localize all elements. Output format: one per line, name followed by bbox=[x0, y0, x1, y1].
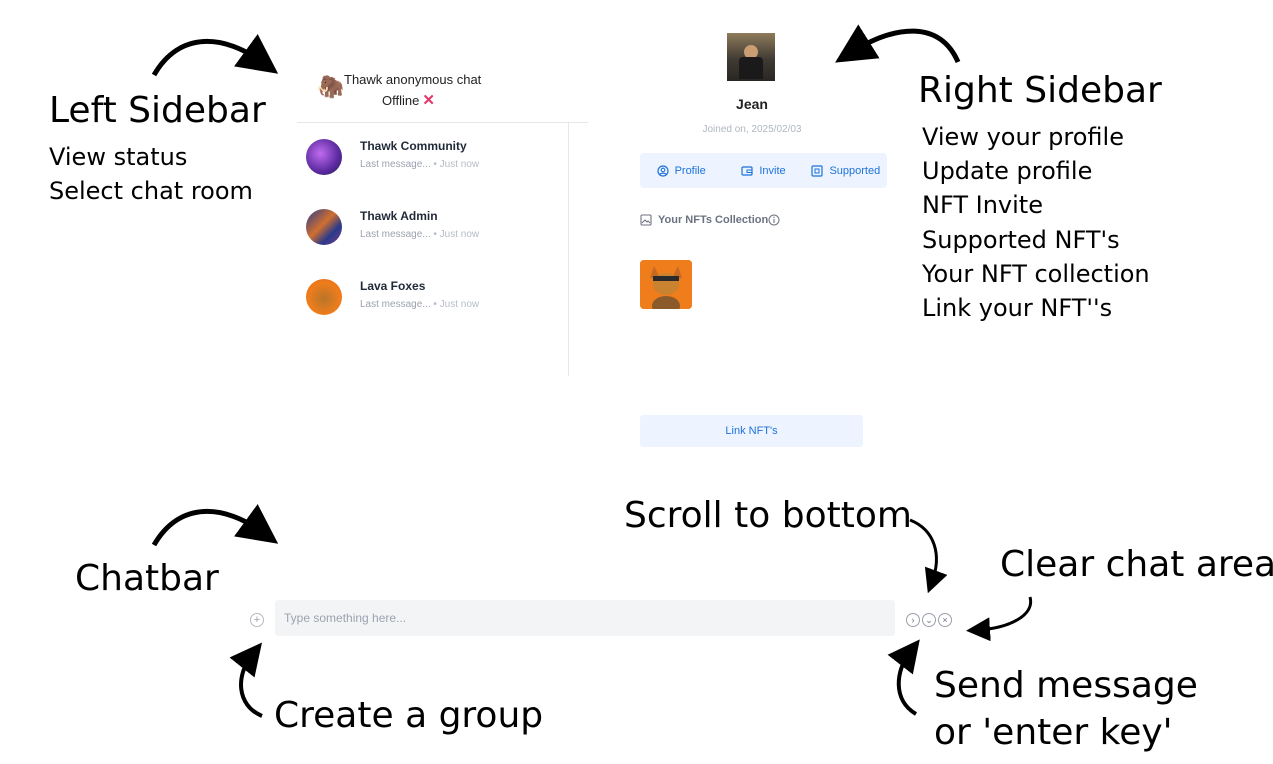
chat-avatar bbox=[306, 139, 342, 175]
cross-mark-icon: ✕ bbox=[422, 92, 435, 109]
annotation-arrows bbox=[151, 24, 1033, 718]
scroll-to-bottom-button[interactable]: ⌄ bbox=[922, 613, 936, 627]
user-circle-icon bbox=[656, 164, 669, 177]
chat-avatar bbox=[306, 209, 342, 245]
profile-tabs: Profile Invite Supported bbox=[640, 153, 887, 188]
tab-profile[interactable]: Profile bbox=[640, 153, 722, 188]
chat-room-item[interactable]: Thawk Admin Last message... • Just now bbox=[306, 207, 566, 247]
nft-collection-label: Your NFTs Collection bbox=[640, 214, 780, 226]
status-label: Offline bbox=[382, 93, 420, 108]
arrow-left-sidebar bbox=[151, 34, 279, 77]
profile-avatar[interactable] bbox=[727, 33, 775, 81]
arrow-clear-chat bbox=[966, 596, 1033, 642]
info-icon[interactable] bbox=[768, 214, 780, 226]
fox-nft-image bbox=[640, 260, 692, 309]
arrow-scroll-bottom bbox=[909, 518, 948, 594]
send-button[interactable]: › bbox=[906, 613, 920, 627]
tab-invite[interactable]: Invite bbox=[722, 153, 804, 188]
chat-room-item[interactable]: Thawk Community Last message... • Just n… bbox=[306, 137, 566, 177]
status-indicator: Offline ✕ bbox=[382, 91, 435, 109]
elephant-icon: 🦣 bbox=[317, 74, 345, 99]
clear-chat-button[interactable]: × bbox=[938, 613, 952, 627]
chat-room-meta: Last message... • Just now bbox=[360, 299, 480, 310]
profile-name: Jean bbox=[736, 96, 768, 112]
image-icon bbox=[640, 214, 652, 226]
arrow-create-group bbox=[229, 642, 263, 718]
chat-avatar bbox=[306, 279, 342, 315]
link-nfts-button[interactable]: Link NFT's bbox=[640, 415, 863, 447]
arrow-send-message bbox=[887, 639, 920, 716]
chat-room-item[interactable]: Lava Foxes Last message... • Just now bbox=[306, 277, 566, 317]
nft-thumbnail[interactable] bbox=[640, 260, 692, 309]
app-title: Thawk anonymous chat bbox=[344, 72, 482, 87]
chat-room-meta: Last message... • Just now bbox=[360, 229, 480, 240]
chat-room-meta: Last message... • Just now bbox=[360, 159, 480, 170]
chat-room-name: Lava Foxes bbox=[360, 279, 426, 293]
tab-supported[interactable]: Supported bbox=[805, 153, 887, 188]
left-sidebar-header: 🦣 Thawk anonymous chat Offline ✕ bbox=[297, 66, 588, 123]
wallet-icon bbox=[741, 165, 753, 176]
create-group-button[interactable]: + bbox=[250, 613, 264, 627]
grid-icon bbox=[811, 164, 824, 177]
profile-joined-date: Joined on, 2025/02/03 bbox=[702, 124, 802, 135]
chat-room-name: Thawk Admin bbox=[360, 209, 438, 223]
chat-room-name: Thawk Community bbox=[360, 139, 467, 153]
sidebar-divider bbox=[568, 122, 569, 376]
message-input[interactable] bbox=[275, 600, 895, 636]
arrow-chatbar bbox=[151, 504, 279, 547]
arrow-right-sidebar bbox=[835, 24, 961, 64]
